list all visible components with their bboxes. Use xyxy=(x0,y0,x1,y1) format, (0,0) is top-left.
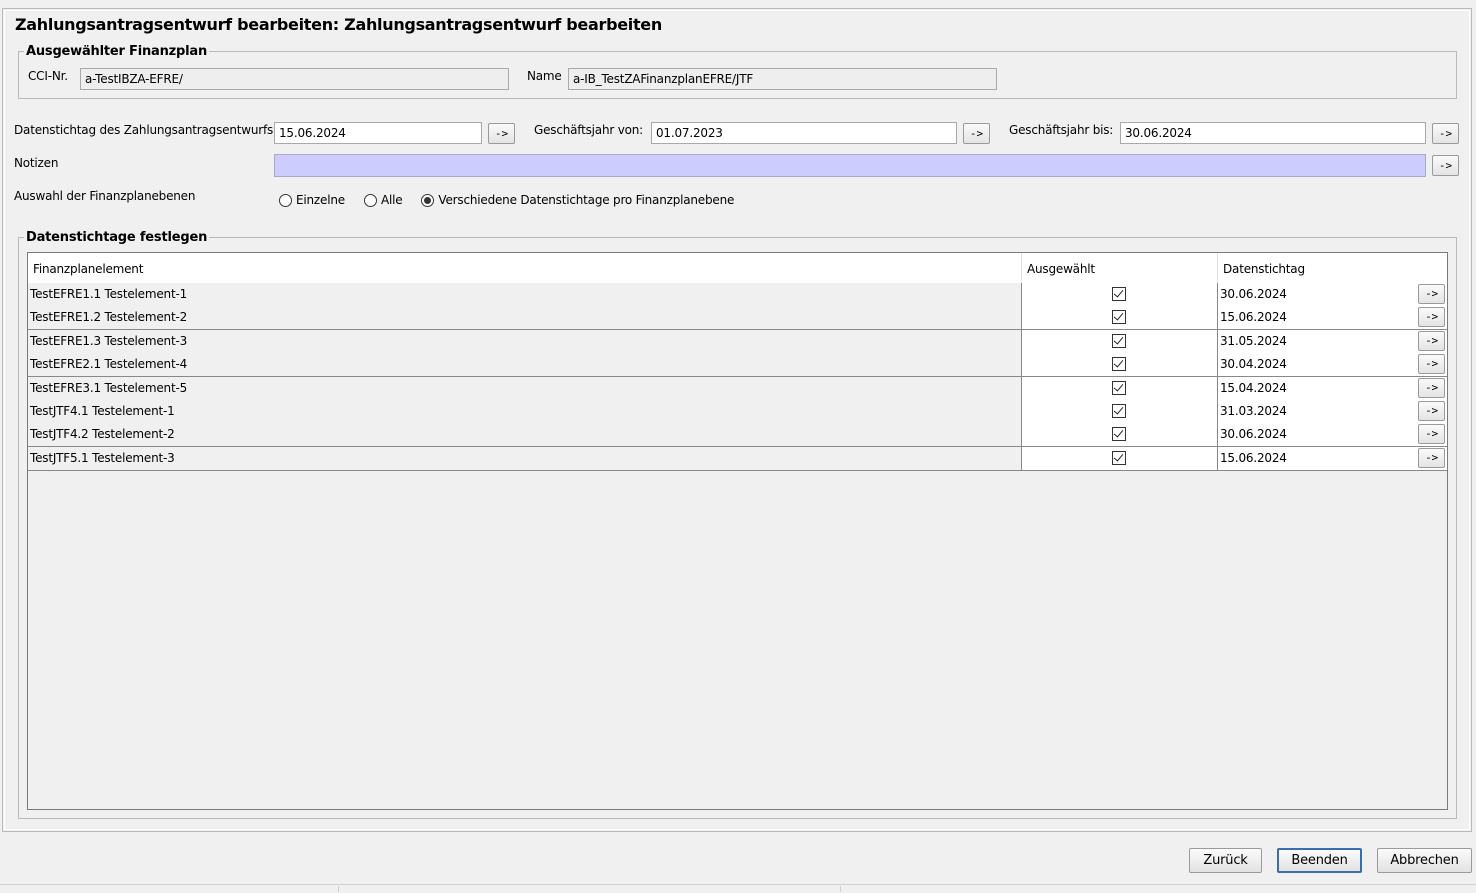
gj-von-label: Geschäftsjahr von: xyxy=(534,123,643,137)
table-row[interactable]: TestJTF4.1 Testelement-1 31.03.2024 -> xyxy=(28,400,1447,424)
cell-finanzplanelement: TestEFRE2.1 Testelement-4 xyxy=(28,353,1022,378)
cell-datenstichtag: 15.06.2024 -> xyxy=(1218,306,1447,331)
row-date-picker-button[interactable]: -> xyxy=(1418,330,1445,351)
cell-finanzplanelement: TestEFRE3.1 Testelement-5 xyxy=(28,376,1022,401)
status-segment xyxy=(0,886,339,892)
cell-datenstichtag: 30.06.2024 -> xyxy=(1218,423,1447,448)
name-field[interactable]: a-IB_TestZAFinanzplanEFRE/JTF xyxy=(568,68,997,90)
cell-ausgewaehlt xyxy=(1022,306,1218,331)
row-date[interactable]: 30.06.2024 xyxy=(1220,427,1287,441)
row-date-picker-button[interactable]: -> xyxy=(1418,307,1445,328)
column-header-finanzplanelement[interactable]: Finanzplanelement xyxy=(28,253,1022,283)
column-header-ausgewaehlt[interactable]: Ausgewählt xyxy=(1022,253,1218,283)
selected-checkbox[interactable] xyxy=(1112,404,1126,418)
cell-ausgewaehlt xyxy=(1022,423,1218,448)
status-segment xyxy=(340,886,841,892)
radio-alle[interactable] xyxy=(363,193,377,207)
row-date[interactable]: 30.04.2024 xyxy=(1220,357,1287,371)
table-row[interactable]: TestEFRE1.3 Testelement-3 31.05.2024 -> xyxy=(28,329,1447,354)
cell-finanzplanelement: TestJTF4.1 Testelement-1 xyxy=(28,400,1022,424)
window-title: Zahlungsantragsentwurf bearbeiten: Zahlu… xyxy=(12,14,665,36)
stichtage-group-title: Datenstichtage festlegen xyxy=(24,230,210,246)
cell-datenstichtag: 31.05.2024 -> xyxy=(1218,329,1447,354)
radio-einzelne[interactable] xyxy=(279,193,292,207)
row-date-picker-button[interactable]: -> xyxy=(1418,354,1445,375)
table-header: Finanzplanelement Ausgewählt Datensticht… xyxy=(28,253,1447,283)
radio-verschiedene-label: Verschiedene Datenstichtage pro Finanzpl… xyxy=(438,193,735,207)
row-date[interactable]: 15.06.2024 xyxy=(1220,451,1287,465)
gj-bis-field[interactable]: 30.06.2024 xyxy=(1120,122,1426,144)
row-date-picker-button[interactable]: -> xyxy=(1418,424,1445,445)
column-header-datenstichtag[interactable]: Datenstichtag xyxy=(1218,253,1447,283)
selected-checkbox[interactable] xyxy=(1112,357,1126,372)
stichtage-table: Finanzplanelement Ausgewählt Datensticht… xyxy=(27,252,1448,810)
radio-verschiedene[interactable] xyxy=(421,193,435,207)
cell-datenstichtag: 30.06.2024 -> xyxy=(1218,283,1447,307)
cell-ausgewaehlt xyxy=(1022,376,1218,401)
datenstichtag-picker-button[interactable]: -> xyxy=(488,123,515,144)
cell-ausgewaehlt xyxy=(1022,400,1218,424)
table-row[interactable]: TestJTF5.1 Testelement-3 15.06.2024 -> xyxy=(28,446,1447,471)
cci-field[interactable]: a-TestIBZA-EFRE/ xyxy=(80,68,509,90)
selected-checkbox[interactable] xyxy=(1112,287,1126,301)
cell-ausgewaehlt xyxy=(1022,329,1218,354)
cell-datenstichtag: 15.06.2024 -> xyxy=(1218,446,1447,471)
table-row[interactable]: TestEFRE1.1 Testelement-1 30.06.2024 -> xyxy=(28,283,1447,307)
table-row[interactable]: TestEFRE1.2 Testelement-2 15.06.2024 -> xyxy=(28,306,1447,331)
radio-einzelne-label: Einzelne xyxy=(296,193,345,207)
selected-checkbox[interactable] xyxy=(1112,310,1126,325)
cell-ausgewaehlt xyxy=(1022,283,1218,307)
row-date[interactable]: 15.06.2024 xyxy=(1220,310,1287,324)
cancel-button[interactable]: Abbrechen xyxy=(1377,848,1472,873)
cell-datenstichtag: 30.04.2024 -> xyxy=(1218,353,1447,378)
notizen-field[interactable] xyxy=(274,154,1426,177)
selected-checkbox[interactable] xyxy=(1112,427,1126,442)
row-date-picker-button[interactable]: -> xyxy=(1418,447,1445,468)
cell-finanzplanelement: TestJTF4.2 Testelement-2 xyxy=(28,423,1022,448)
row-date-picker-button[interactable]: -> xyxy=(1418,401,1445,421)
back-button[interactable]: Zurück xyxy=(1189,848,1262,873)
table-row[interactable]: TestJTF4.2 Testelement-2 30.06.2024 -> xyxy=(28,423,1447,448)
gj-von-field[interactable]: 01.07.2023 xyxy=(651,122,957,144)
finish-button[interactable]: Beenden xyxy=(1277,848,1362,873)
gj-bis-label: Geschäftsjahr bis: xyxy=(1009,123,1114,137)
finanzplanebenen-radio-group: Einzelne Alle Verschiedene Datenstichtag… xyxy=(279,193,754,207)
notizen-edit-button[interactable]: -> xyxy=(1432,155,1459,176)
gj-von-picker-button[interactable]: -> xyxy=(963,123,990,144)
cci-label: CCI-Nr. xyxy=(28,69,68,83)
datenstichtag-label: Datenstichtag des Zahlungsantragsentwurf… xyxy=(14,123,274,137)
row-date-picker-button[interactable]: -> xyxy=(1418,377,1445,398)
name-label: Name xyxy=(527,69,562,83)
cell-finanzplanelement: TestEFRE1.3 Testelement-3 xyxy=(28,329,1022,354)
row-date[interactable]: 31.05.2024 xyxy=(1220,334,1287,348)
datenstichtag-field[interactable]: 15.06.2024 xyxy=(274,122,482,144)
table-row[interactable]: TestEFRE3.1 Testelement-5 15.04.2024 -> xyxy=(28,376,1447,401)
notizen-label: Notizen xyxy=(14,156,59,170)
cell-ausgewaehlt xyxy=(1022,353,1218,378)
table-row[interactable]: TestEFRE2.1 Testelement-4 30.04.2024 -> xyxy=(28,353,1447,378)
row-date[interactable]: 15.04.2024 xyxy=(1220,381,1287,395)
cell-finanzplanelement: TestEFRE1.2 Testelement-2 xyxy=(28,306,1022,331)
selected-checkbox[interactable] xyxy=(1112,450,1126,465)
cell-datenstichtag: 15.04.2024 -> xyxy=(1218,376,1447,401)
finanzplan-group-title: Ausgewählter Finanzplan xyxy=(24,44,210,60)
selected-checkbox[interactable] xyxy=(1112,333,1126,348)
selected-checkbox[interactable] xyxy=(1112,380,1126,395)
row-date[interactable]: 30.06.2024 xyxy=(1220,287,1287,301)
gj-bis-picker-button[interactable]: -> xyxy=(1432,123,1459,144)
cell-finanzplanelement: TestEFRE1.1 Testelement-1 xyxy=(28,283,1022,307)
radio-alle-label: Alle xyxy=(380,193,403,207)
auswahl-label: Auswahl der Finanzplanebenen xyxy=(14,189,196,203)
row-date-picker-button[interactable]: -> xyxy=(1418,284,1445,304)
row-date[interactable]: 31.03.2024 xyxy=(1220,404,1287,418)
cell-datenstichtag: 31.03.2024 -> xyxy=(1218,400,1447,424)
cell-finanzplanelement: TestJTF5.1 Testelement-3 xyxy=(28,446,1022,471)
cell-ausgewaehlt xyxy=(1022,446,1218,471)
